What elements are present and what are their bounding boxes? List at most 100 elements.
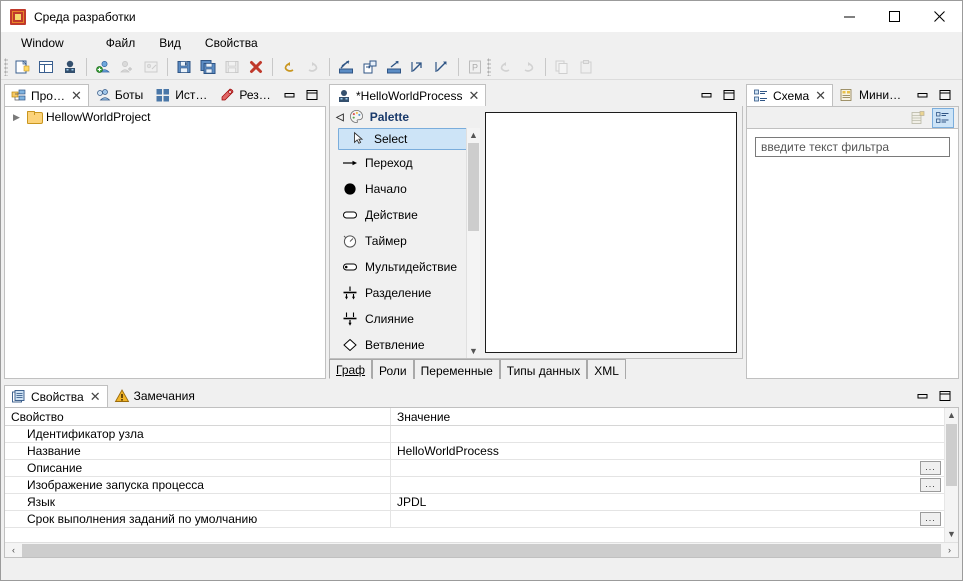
undo-arrow-icon[interactable]: [277, 56, 301, 78]
collapse-left-icon[interactable]: ◁: [336, 112, 344, 123]
property-value[interactable]: JPDL: [390, 493, 958, 511]
maximize-icon[interactable]: [939, 390, 951, 402]
tab-graph[interactable]: Граф: [329, 359, 373, 379]
tab-schema[interactable]: Схема ✕: [746, 84, 834, 106]
close-icon[interactable]: ✕: [468, 88, 479, 104]
tab-data-types[interactable]: Типы данных: [499, 359, 588, 379]
table-row[interactable]: Описание ...: [5, 459, 958, 477]
palette-item-multi-action[interactable]: Мультидействие: [330, 254, 480, 280]
palette-item-fork[interactable]: Разделение: [330, 280, 480, 306]
toolbar-grip[interactable]: [487, 57, 491, 76]
property-value[interactable]: ...: [390, 510, 958, 528]
tab-hello-world-process[interactable]: *HelloWorldProcess ✕: [329, 84, 487, 106]
maximize-icon[interactable]: [939, 89, 951, 101]
palette-scrollbar[interactable]: ▲ ▼: [466, 128, 480, 358]
new-file-icon[interactable]: [10, 56, 34, 78]
table-row[interactable]: Язык JPDL: [5, 493, 958, 511]
tab-bots[interactable]: Боты: [89, 84, 149, 106]
menu-file[interactable]: Файл: [94, 34, 148, 52]
browse-button[interactable]: ...: [920, 511, 941, 526]
chevron-right-icon[interactable]: ▶: [13, 112, 23, 123]
import-icon[interactable]: [334, 56, 358, 78]
tab-minimap[interactable]: Мини…: [833, 84, 907, 106]
timer-node-icon: [342, 233, 358, 249]
minimize-icon[interactable]: [284, 89, 296, 101]
filter-input[interactable]: [755, 137, 950, 157]
minimize-icon[interactable]: [917, 89, 929, 101]
scroll-right-icon[interactable]: ›: [941, 545, 958, 555]
menu-properties[interactable]: Свойства: [193, 34, 270, 52]
import-archive-icon[interactable]: [358, 56, 382, 78]
scroll-up-icon[interactable]: ▲: [947, 408, 956, 423]
export-icon[interactable]: [382, 56, 406, 78]
scroll-down-icon[interactable]: ▼: [469, 344, 478, 358]
toolbar-separator: [167, 57, 168, 76]
scrollbar-thumb[interactable]: [468, 143, 479, 231]
property-value[interactable]: ...: [390, 476, 958, 494]
palette-item-action[interactable]: Действие: [330, 202, 480, 228]
close-window-button[interactable]: [917, 1, 962, 32]
table-row[interactable]: Идентификатор узла: [5, 425, 958, 443]
delete-icon[interactable]: [244, 56, 268, 78]
save-icon[interactable]: [172, 56, 196, 78]
menu-view[interactable]: Вид: [147, 34, 193, 52]
tab-notes[interactable]: Замечания: [108, 385, 201, 407]
close-icon[interactable]: ✕: [815, 88, 826, 104]
browse-button[interactable]: ...: [920, 460, 941, 475]
maximize-icon[interactable]: [306, 89, 318, 101]
properties-vertical-scrollbar[interactable]: ▲ ▼: [944, 408, 958, 542]
property-value[interactable]: ...: [390, 459, 958, 477]
tab-properties[interactable]: Свойства ✕: [4, 385, 108, 407]
tab-variables[interactable]: Переменные: [413, 359, 500, 379]
tree-item-project[interactable]: ▶ HellowWorldProject: [5, 107, 325, 127]
flat-list-view-icon[interactable]: [907, 108, 929, 128]
scrollbar-thumb[interactable]: [946, 424, 957, 486]
save-all-icon[interactable]: [196, 56, 220, 78]
scroll-up-icon[interactable]: ▲: [469, 128, 478, 142]
table-row[interactable]: Изображение запуска процесса ...: [5, 476, 958, 494]
tab-datasources[interactable]: Ист…: [149, 84, 213, 106]
scroll-left-icon[interactable]: ‹: [5, 545, 22, 555]
browse-button[interactable]: ...: [920, 477, 941, 492]
outline-tab-bar: Схема ✕ Мини…: [746, 82, 959, 106]
multi-action-icon: [342, 259, 358, 275]
tree-view-icon[interactable]: [932, 107, 954, 128]
editor-view-controls: [701, 84, 743, 106]
property-value[interactable]: HelloWorldProcess: [390, 442, 958, 460]
close-icon[interactable]: ✕: [90, 389, 101, 405]
property-name: Идентификатор узла: [27, 427, 144, 441]
scroll-down-icon[interactable]: ▼: [947, 527, 956, 542]
import-file-icon[interactable]: [406, 56, 430, 78]
tab-roles[interactable]: Роли: [372, 359, 414, 379]
palette-item-transition[interactable]: Переход: [330, 150, 480, 176]
toolbar-grip[interactable]: [4, 57, 8, 76]
new-form-icon[interactable]: [34, 56, 58, 78]
palette-item-start[interactable]: Начало: [330, 176, 480, 202]
minimize-icon[interactable]: [701, 89, 713, 101]
maximize-window-button[interactable]: [872, 1, 917, 32]
table-row[interactable]: Название HelloWorldProcess: [5, 442, 958, 460]
result-icon: [219, 87, 235, 103]
palette-item-timer[interactable]: Таймер: [330, 228, 480, 254]
maximize-icon[interactable]: [723, 89, 735, 101]
close-icon[interactable]: ✕: [71, 88, 82, 104]
palette-item-decision[interactable]: Ветвление: [330, 332, 480, 358]
tab-xml[interactable]: XML: [587, 359, 626, 379]
tab-projects[interactable]: Про… ✕: [4, 84, 89, 106]
diagram-canvas[interactable]: [485, 112, 737, 353]
table-row[interactable]: Срок выполнения заданий по умолчанию ...: [5, 510, 958, 528]
palette-item-select[interactable]: Select: [338, 128, 476, 150]
property-value[interactable]: [390, 425, 958, 443]
minimize-window-button[interactable]: [827, 1, 872, 32]
export-file-icon[interactable]: [430, 56, 454, 78]
scrollbar-thumb[interactable]: [22, 543, 941, 557]
new-process-icon[interactable]: [58, 56, 82, 78]
menu-window[interactable]: Window: [9, 34, 76, 52]
properties-horizontal-scrollbar[interactable]: ‹ ›: [5, 542, 958, 557]
minimize-icon[interactable]: [917, 390, 929, 402]
users-group-icon[interactable]: [91, 56, 115, 78]
project-explorer-view: Про… ✕ Боты Ист… Рез… ▶ HellowWorldProje…: [4, 82, 326, 379]
palette-item-join[interactable]: Слияние: [330, 306, 480, 332]
outline-content: [746, 128, 959, 379]
tab-results[interactable]: Рез…: [213, 84, 276, 106]
